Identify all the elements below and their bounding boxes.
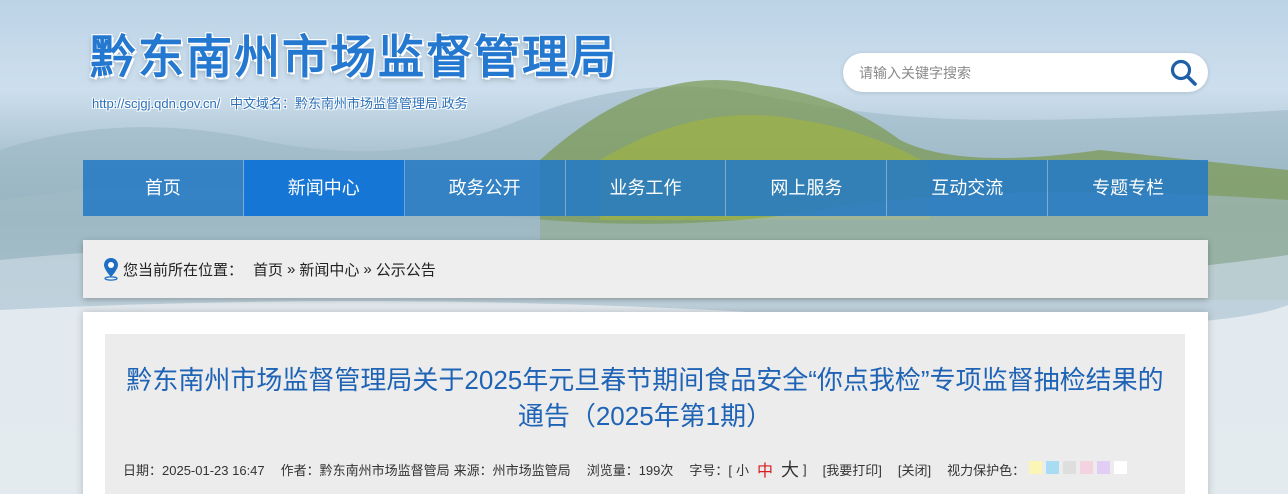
- font-size-label: 字号：[: [689, 462, 733, 478]
- breadcrumb-item-news[interactable]: 新闻中心: [299, 259, 359, 280]
- search-input[interactable]: [859, 62, 1159, 84]
- search-icon: [1170, 59, 1197, 86]
- main-nav: 首页 新闻中心 政务公开 业务工作 网上服务 互动交流 专题专栏: [83, 160, 1208, 216]
- article-views: 浏览量：199次: [586, 462, 674, 478]
- breadcrumb-prefix: 您当前所在位置：: [123, 261, 244, 279]
- eye-protect-color-swatch[interactable]: [1029, 461, 1043, 474]
- article-date: 日期：2025-01-23 16:47: [123, 462, 265, 478]
- breadcrumb-separator: »: [363, 260, 372, 278]
- article-meta: 日期：2025-01-23 16:47 作者：黔东南州市场监督管局 来源：州市场…: [123, 456, 1183, 482]
- article-header: 黔东南州市场监督管理局关于2025年元旦春节期间食品安全“你点我检”专项监督抽检…: [105, 334, 1185, 494]
- article-title: 黔东南州市场监督管理局关于2025年元旦春节期间食品安全“你点我检”专项监督抽检…: [126, 365, 1164, 431]
- print-button[interactable]: [我要打印]: [823, 460, 882, 479]
- site-url[interactable]: http://scjgj.qdn.gov.cn/: [92, 96, 220, 111]
- eye-protect-color-swatch[interactable]: [1046, 461, 1060, 474]
- location-pin-icon: [104, 258, 118, 281]
- font-size-close-bracket: ]: [803, 461, 807, 477]
- nav-item-business[interactable]: 业务工作: [566, 160, 727, 216]
- breadcrumb: 您当前所在位置： 首页 » 新闻中心 » 公示公告: [83, 240, 1208, 298]
- eye-protect-color-swatch[interactable]: [1063, 461, 1077, 474]
- nav-item-online-service[interactable]: 网上服务: [726, 160, 888, 216]
- site-domain-info: http://scjgj.qdn.gov.cn/ 中文域名：黔东南州市场监督管理…: [92, 93, 474, 112]
- search-button[interactable]: [1169, 58, 1199, 88]
- eye-protect-color-swatch[interactable]: [1080, 461, 1094, 474]
- nav-item-topics[interactable]: 专题专栏: [1048, 160, 1208, 216]
- breadcrumb-item-notices[interactable]: 公示公告: [376, 259, 436, 280]
- nav-item-interaction[interactable]: 互动交流: [887, 160, 1049, 216]
- eye-protect-label: 视力保护色：: [947, 462, 1026, 478]
- eye-protect-color-swatch[interactable]: [1097, 461, 1111, 474]
- font-size-medium-button[interactable]: 中: [757, 457, 773, 481]
- font-size-large-button[interactable]: 大: [781, 456, 799, 482]
- nav-item-home[interactable]: 首页: [83, 160, 244, 216]
- nav-item-news[interactable]: 新闻中心: [243, 160, 405, 216]
- nav-item-gov-affairs[interactable]: 政务公开: [405, 160, 566, 216]
- content-card: 黔东南州市场监督管理局关于2025年元旦春节期间食品安全“你点我检”专项监督抽检…: [83, 312, 1208, 494]
- article-source: 来源：州市场监管局: [453, 462, 571, 478]
- breadcrumb-item-home[interactable]: 首页: [253, 259, 283, 280]
- search-box: [843, 53, 1208, 92]
- eye-protect-color-swatch[interactable]: [1114, 461, 1128, 474]
- breadcrumb-separator: »: [287, 260, 296, 278]
- article-author: 作者：黔东南州市场监督管局: [280, 462, 450, 478]
- eye-protect-swatches: [1025, 461, 1128, 477]
- font-size-small-button[interactable]: 小: [736, 460, 749, 479]
- site-cn-domain: 中文域名：黔东南州市场监督管理局.政务: [230, 96, 468, 111]
- site-title: 黔东南州市场监督管理局: [90, 31, 618, 83]
- close-button[interactable]: [关闭]: [898, 460, 931, 479]
